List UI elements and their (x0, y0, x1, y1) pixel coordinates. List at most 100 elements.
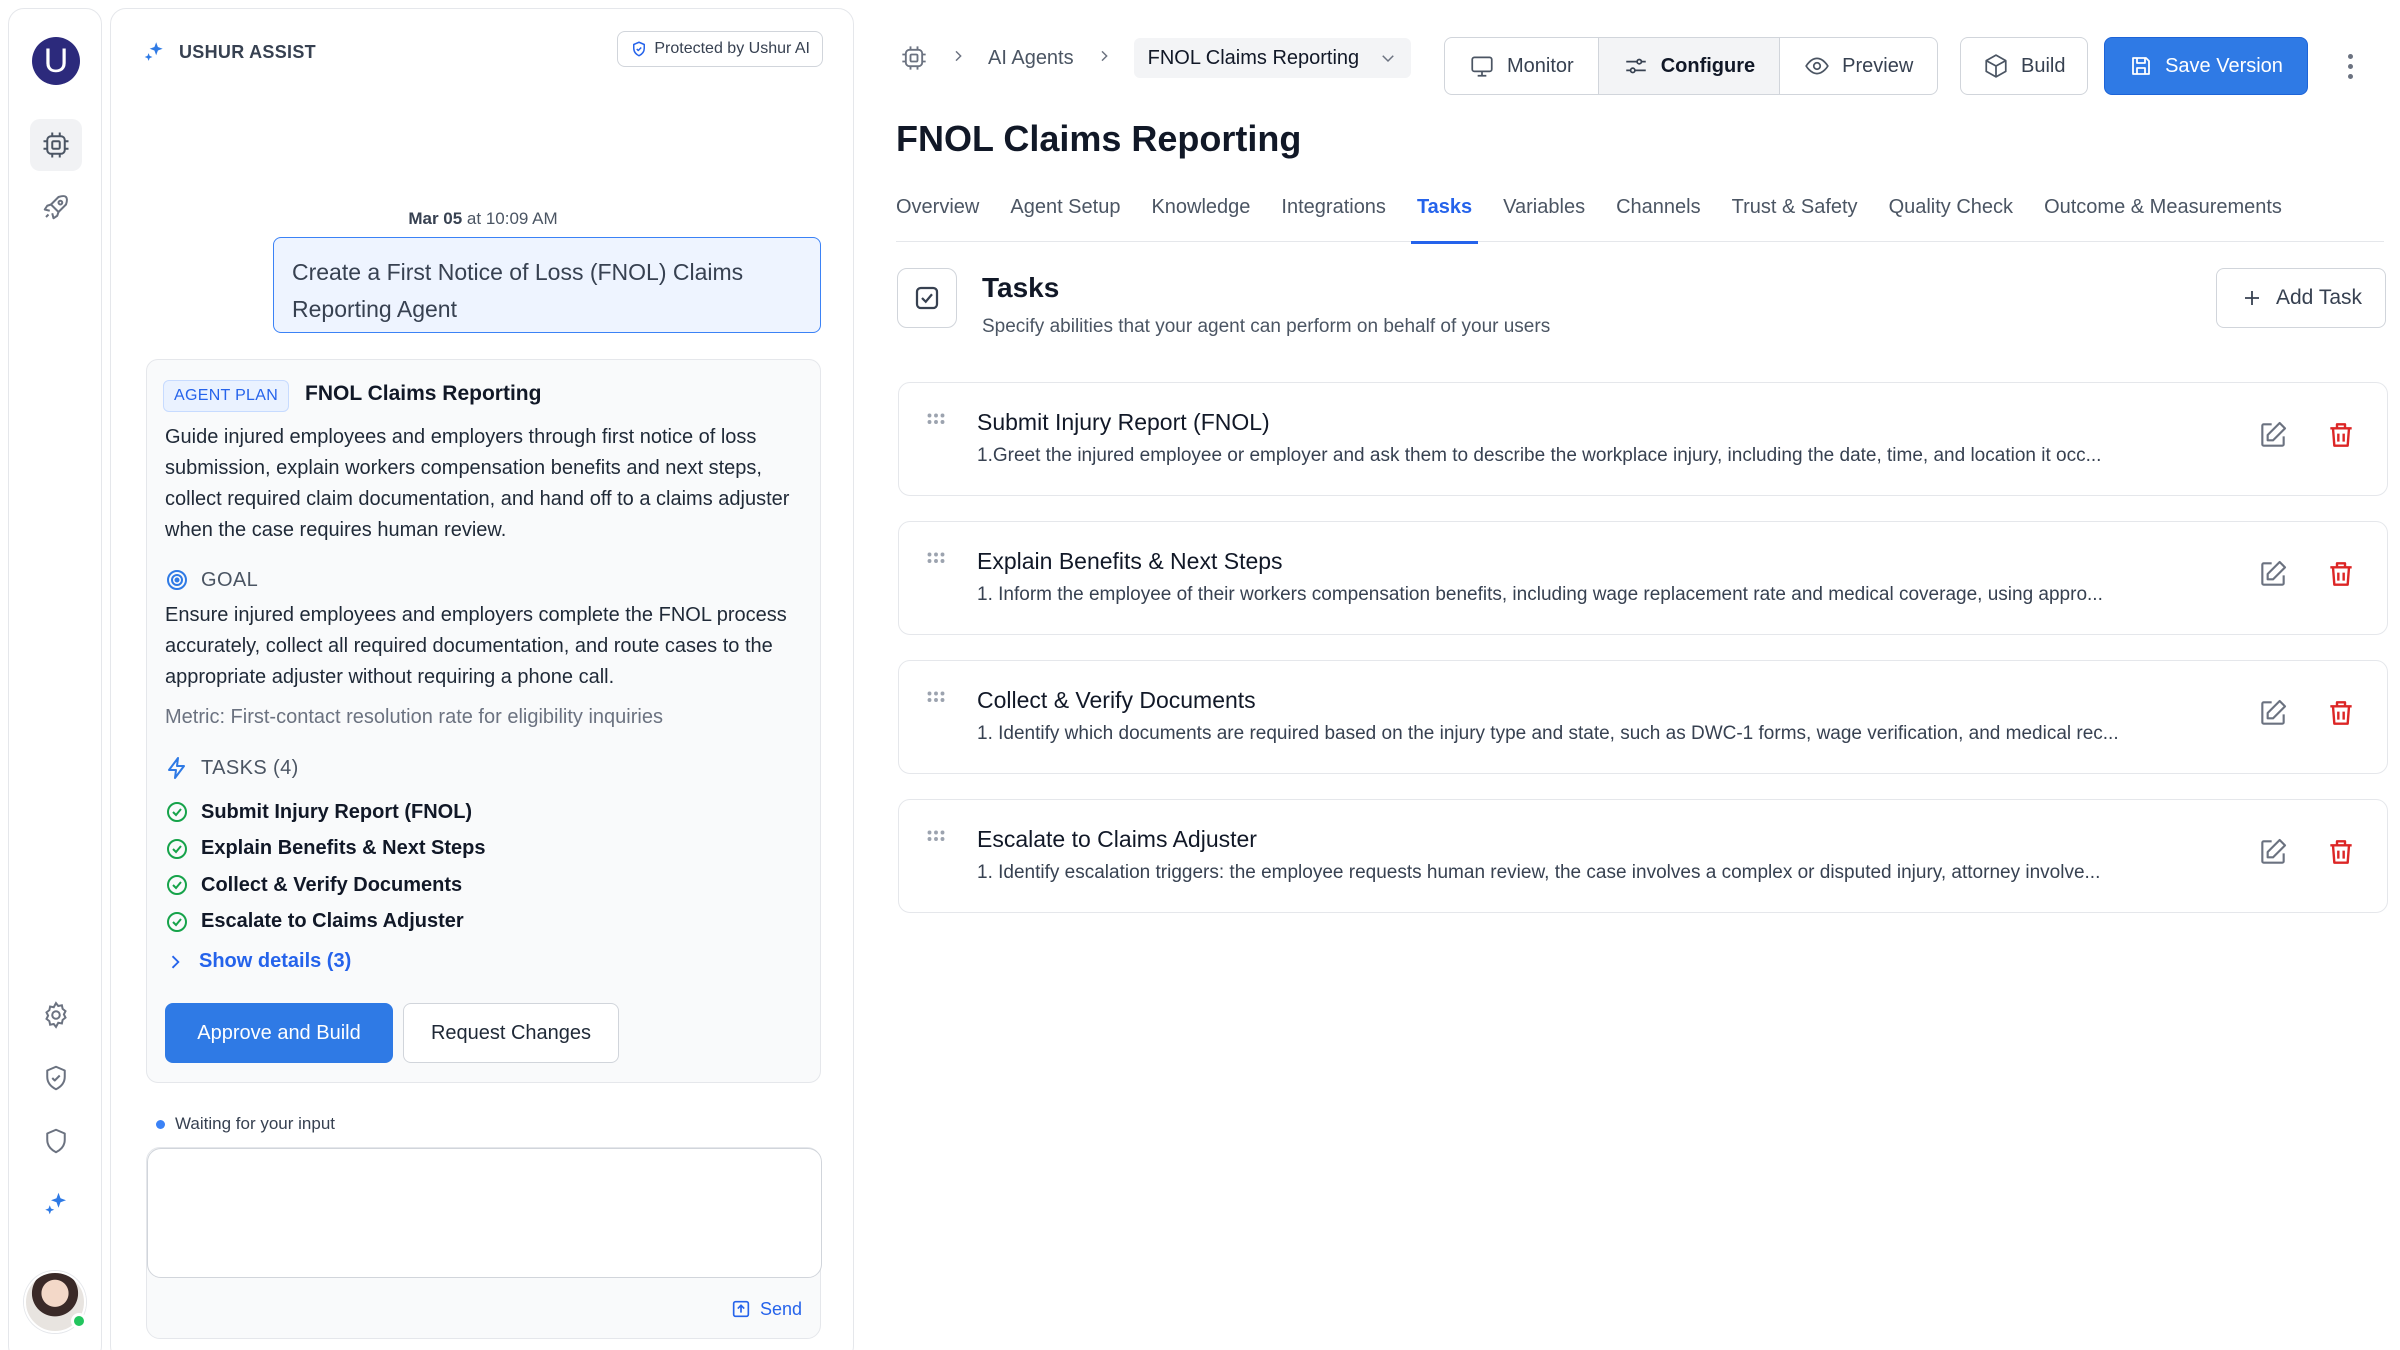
task-card[interactable]: Submit Injury Report (FNOL) 1.Greet the … (898, 382, 2388, 496)
agents-icon[interactable] (30, 119, 82, 171)
waiting-status: Waiting for your input (156, 1114, 335, 1134)
target-icon (167, 570, 187, 590)
task-title: Collect & Verify Documents (977, 687, 1256, 713)
agents-icon[interactable] (900, 44, 928, 72)
protected-label: Protected by Ushur AI (654, 40, 810, 57)
task-title: Submit Injury Report (FNOL) (977, 409, 1270, 435)
tab-knowledge[interactable]: Knowledge (1151, 188, 1250, 242)
chat-input-container: Send (146, 1147, 822, 1339)
check-circle-icon (167, 802, 187, 823)
task-title: Escalate to Claims Adjuster (977, 826, 1257, 852)
task-description: 1.Greet the injured employee or employer… (977, 445, 2102, 466)
rocket-icon[interactable] (30, 181, 82, 233)
agent-plan-name: FNOL Claims Reporting (305, 382, 542, 405)
task-card[interactable]: Escalate to Claims Adjuster 1. Identify … (898, 799, 2388, 913)
chevron-down-icon (1382, 55, 1394, 63)
show-details-toggle[interactable]: Show details (3) (165, 950, 351, 973)
check-circle-icon (167, 838, 187, 859)
edit-icon[interactable] (2257, 419, 2289, 451)
assistant-title: USHUR ASSIST (179, 41, 316, 62)
goal-metric: Metric: First-contact resolution rate fo… (165, 706, 663, 728)
plan-task-list: Submit Injury Report (FNOL) Explain Bene… (165, 794, 486, 940)
plan-task-item: Explain Benefits & Next Steps (165, 831, 486, 868)
plan-task-item: Escalate to Claims Adjuster (165, 904, 486, 941)
chat-input[interactable] (147, 1148, 822, 1278)
drag-handle-icon[interactable] (923, 826, 949, 852)
trash-icon[interactable] (2325, 836, 2357, 868)
tasks-section-title: Tasks (982, 272, 1060, 303)
online-status-dot (71, 1313, 87, 1329)
gear-icon[interactable] (30, 989, 82, 1041)
more-options-icon[interactable] (2338, 48, 2362, 84)
agent-plan-description: Guide injured employees and employers th… (165, 426, 790, 541)
task-description: 1. Identify which documents are required… (977, 723, 2119, 744)
trash-icon[interactable] (2325, 419, 2357, 451)
drag-handle-icon[interactable] (923, 409, 949, 435)
assistant-panel: USHUR ASSIST Protected by Ushur AI Mar 0… (110, 8, 854, 1350)
task-description: 1. Identify escalation triggers: the emp… (977, 862, 2101, 883)
agent-plan-badge: AGENT PLAN (163, 380, 290, 412)
shield-check-icon[interactable] (30, 1052, 82, 1104)
ushur-logo[interactable]: U (32, 37, 80, 85)
request-changes-button[interactable]: Request Changes (403, 1003, 619, 1063)
shield-check-icon (633, 41, 646, 57)
sparkle-icon[interactable] (30, 1178, 82, 1230)
agent-selector-dropdown[interactable]: FNOL Claims Reporting (1133, 38, 1412, 78)
left-rail: U (8, 8, 102, 1350)
checkbox-icon (915, 286, 939, 310)
trash-icon[interactable] (2325, 558, 2357, 590)
chevron-right-icon (950, 47, 966, 70)
tab-channels[interactable]: Channels (1616, 188, 1701, 242)
edit-icon[interactable] (2257, 697, 2289, 729)
save-icon (2132, 57, 2150, 75)
task-description: 1. Inform the employee of their workers … (977, 584, 2103, 605)
check-circle-icon (167, 875, 187, 896)
check-circle-icon (167, 911, 187, 932)
eye-icon (1805, 57, 1829, 75)
edit-icon[interactable] (2257, 836, 2289, 868)
tasks-section-subtitle: Specify abilities that your agent can pe… (982, 316, 1551, 337)
send-button[interactable]: Send (730, 1298, 802, 1320)
lightning-icon (168, 757, 185, 779)
tab-tasks[interactable]: Tasks (1410, 188, 1479, 244)
drag-handle-icon[interactable] (923, 548, 949, 574)
status-dot (156, 1119, 165, 1129)
protected-badge: Protected by Ushur AI (617, 31, 823, 67)
approve-and-build-button[interactable]: Approve and Build (165, 1003, 393, 1063)
tab-outcome-measurements[interactable]: Outcome & Measurements (2044, 188, 2282, 242)
tasks-section-icon (897, 268, 957, 328)
shield-icon[interactable] (30, 1115, 82, 1167)
drag-handle-icon[interactable] (923, 687, 949, 713)
send-icon (732, 1300, 750, 1318)
trash-icon[interactable] (2325, 697, 2357, 729)
monitor-icon (1471, 56, 1493, 77)
task-card[interactable]: Collect & Verify Documents 1. Identify w… (898, 660, 2388, 774)
tab-quality-check[interactable]: Quality Check (1889, 188, 2014, 242)
tab-agent-setup[interactable]: Agent Setup (1010, 188, 1120, 242)
monitor-button[interactable]: Monitor (1445, 38, 1599, 94)
mode-switcher: Monitor Configure Preview (1444, 37, 1939, 95)
chevron-right-icon (1096, 47, 1112, 70)
build-button[interactable]: Build (1960, 37, 2089, 95)
assistant-header: USHUR ASSIST (141, 39, 316, 65)
edit-icon[interactable] (2257, 558, 2289, 590)
breadcrumb-ai-agents[interactable]: AI Agents (988, 47, 1074, 70)
cube-icon (1985, 54, 2007, 78)
tab-bar: Overview Agent Setup Knowledge Integrati… (896, 188, 2384, 244)
tab-integrations[interactable]: Integrations (1281, 188, 1386, 242)
configure-button[interactable]: Configure (1598, 38, 1781, 94)
sliders-icon (1625, 58, 1646, 74)
tab-trust-safety[interactable]: Trust & Safety (1732, 188, 1858, 242)
message-timestamp: Mar 05 at 10:09 AM (408, 209, 558, 228)
sparkle-icon (144, 42, 163, 61)
task-card[interactable]: Explain Benefits & Next Steps 1. Inform … (898, 521, 2388, 635)
tab-overview[interactable]: Overview (896, 188, 979, 242)
save-version-button[interactable]: Save Version (2104, 37, 2308, 95)
tab-variables[interactable]: Variables (1503, 188, 1585, 242)
plan-task-item: Submit Injury Report (FNOL) (165, 794, 486, 831)
agent-plan-card: AGENT PLAN FNOL Claims Reporting Guide i… (146, 359, 821, 1083)
add-task-button[interactable]: Add Task (2216, 268, 2386, 328)
chevron-right-icon (171, 955, 180, 968)
preview-button[interactable]: Preview (1780, 38, 1937, 94)
plus-icon (2245, 291, 2259, 305)
